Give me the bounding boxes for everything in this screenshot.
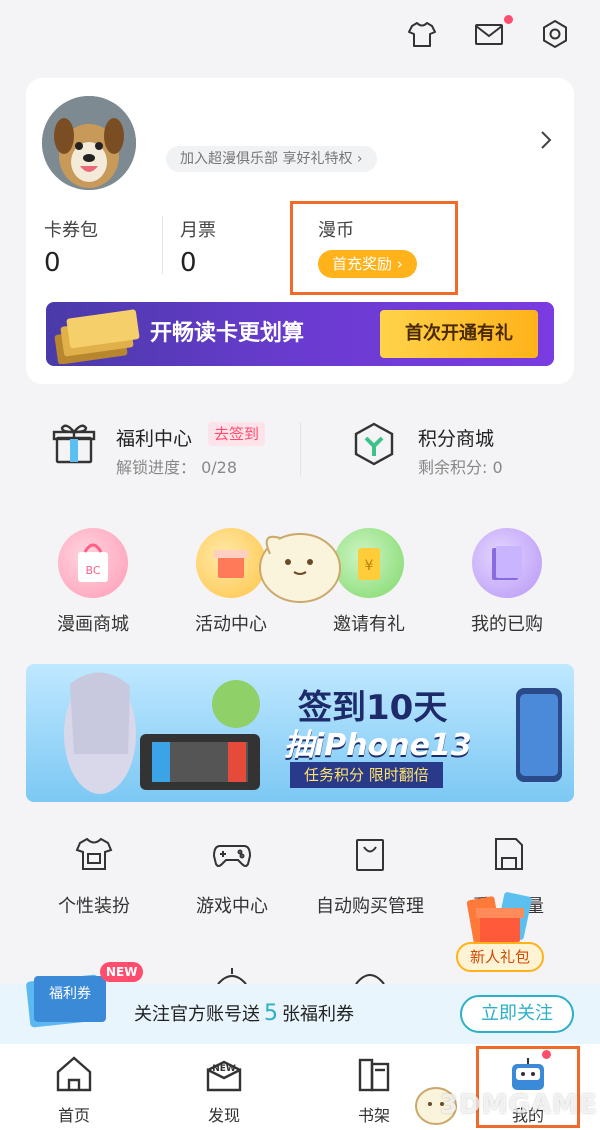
tab-label: 书架 — [357, 1106, 390, 1125]
welfare-progress: 解锁进度： 0/28 — [116, 458, 238, 477]
banner-text: 开畅读卡更划算 — [150, 321, 305, 346]
grid-label: 邀请有礼 — [333, 614, 405, 635]
tool-label: 个性装扮 — [58, 896, 130, 917]
bookshelf-icon — [358, 1058, 390, 1092]
stat-monthly-ticket[interactable]: 月票 0 — [180, 216, 216, 278]
points-remaining: 剩余积分: 0 — [418, 458, 503, 477]
discover-box-icon: NEW — [206, 1060, 242, 1092]
follow-button[interactable]: 立即关注 — [460, 995, 574, 1033]
tool-auto-purchase[interactable]: 自动购买管理 — [300, 834, 440, 918]
card-stack-icon — [54, 309, 140, 364]
tab-home[interactable]: 首页 — [24, 1052, 124, 1126]
tshirt-icon — [75, 837, 113, 870]
watermark: 3DMGAME — [440, 1090, 598, 1120]
home-icon — [56, 1056, 92, 1092]
tool-label: 自动购买管理 — [316, 896, 424, 917]
svg-text:NEW: NEW — [212, 1064, 236, 1074]
tool-label: 游戏中心 — [196, 896, 268, 917]
message-unread-dot — [504, 15, 513, 24]
shopping-bag-icon: BC — [58, 528, 128, 598]
banner-illustration — [64, 672, 260, 794]
event-prize: 抽iPhone13 — [284, 728, 472, 763]
svg-text:¥: ¥ — [365, 558, 374, 574]
new-user-pack-label[interactable]: 新人礼包 — [456, 942, 544, 972]
partial-icon — [217, 968, 247, 984]
chevron-right-icon[interactable] — [536, 128, 556, 152]
book-icon — [472, 528, 542, 598]
sign-in-tag[interactable]: 去签到 — [208, 422, 266, 446]
points-mall-icon — [350, 420, 398, 468]
stat-label: 卡券包 — [44, 220, 98, 241]
manga-coin-highlight — [290, 201, 458, 295]
stat-coupon-wallet[interactable]: 卡券包 0 — [44, 216, 98, 278]
dress-up-icon[interactable] — [404, 16, 440, 52]
points-title[interactable]: 积分商城 — [418, 424, 494, 451]
club-link[interactable]: 加入超漫俱乐部 享好礼特权 › — [166, 146, 377, 172]
grid-my-purchases[interactable]: 我的已购 — [442, 528, 572, 636]
grid-label: 我的已购 — [471, 614, 543, 635]
tab-bookshelf[interactable]: 书架 — [324, 1052, 424, 1126]
tab-label: 首页 — [57, 1106, 90, 1125]
sign-in-event-banner[interactable]: 签到10天 抽iPhone13 任务积分 限时翻倍 — [26, 664, 574, 802]
event-subtitle: 任务积分 限时翻倍 — [290, 762, 443, 788]
stat-value: 0 — [180, 248, 197, 278]
settings-icon[interactable] — [537, 16, 573, 52]
open-reading-card-button[interactable]: 首次开通有礼 — [380, 310, 538, 358]
grid-label: 漫画商城 — [57, 614, 129, 635]
follow-text: 关注官方账号送 5 张福利券 — [134, 1001, 354, 1026]
shopping-bag-outline-icon — [356, 839, 384, 871]
message-icon[interactable] — [471, 16, 507, 52]
grid-label: 活动中心 — [195, 614, 267, 635]
divider — [162, 216, 163, 274]
tool-dress-up[interactable]: 个性装扮 — [24, 834, 164, 918]
reading-card-banner[interactable]: 开畅读卡更划算 首次开通有礼 — [46, 302, 554, 366]
save-icon — [495, 838, 523, 870]
new-badge: NEW — [100, 962, 144, 982]
stat-label: 月票 — [180, 220, 216, 241]
welfare-title[interactable]: 福利中心 — [116, 424, 192, 451]
svg-text:福利券: 福利券 — [49, 986, 91, 1002]
partial-icon — [355, 974, 385, 984]
tab-discover[interactable]: NEW 发现 — [174, 1052, 274, 1126]
coupon-count: 5 — [264, 1001, 278, 1026]
stat-value: 0 — [44, 248, 61, 278]
svg-text:BC: BC — [85, 564, 100, 577]
welfare-points-row: 福利中心 去签到 解锁进度： 0/28 积分商城 剩余积分: 0 — [0, 414, 600, 484]
grid-manga-mall[interactable]: BC 漫画商城 — [28, 528, 158, 636]
gift-icon — [50, 420, 98, 468]
phone-illustration — [516, 688, 562, 782]
avatar[interactable] — [42, 96, 136, 190]
tool-game-center[interactable]: 游戏中心 — [162, 834, 302, 918]
divider — [300, 422, 301, 476]
tab-label: 发现 — [207, 1106, 240, 1125]
gamepad-icon — [212, 845, 252, 867]
top-bar — [0, 0, 600, 70]
mascot-decoration — [259, 533, 341, 603]
